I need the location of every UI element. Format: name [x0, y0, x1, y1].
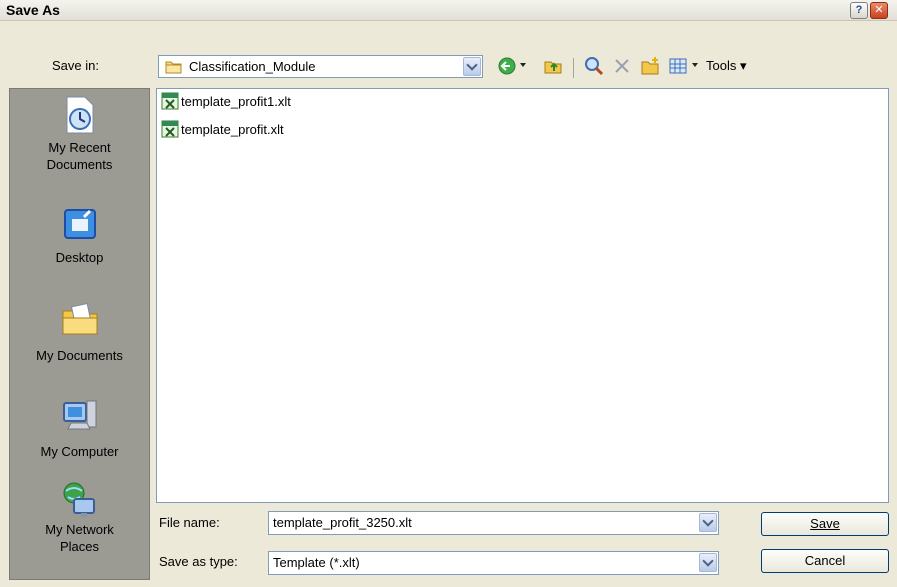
title-bar[interactable]: Save As ? ✕	[0, 0, 897, 21]
search-web-icon[interactable]	[584, 56, 604, 76]
save-in-dropdown-button[interactable]	[463, 57, 481, 76]
place-label: Desktop	[55, 250, 104, 265]
toolbar-separator	[573, 58, 574, 78]
views-dropdown-icon[interactable]	[692, 63, 698, 67]
up-folder-icon[interactable]	[543, 56, 563, 76]
save-as-type-value: Template (*.xlt)	[273, 555, 360, 570]
save-in-folder: Classification_Module	[189, 59, 316, 74]
save-in-combo[interactable]: Classification_Module	[158, 55, 483, 78]
views-icon[interactable]	[668, 56, 688, 76]
places-bar: My Recent Documents Desktop My Documents	[9, 88, 150, 580]
save-as-dialog: Save As ? ✕ Save in: Classification_Modu…	[0, 0, 897, 587]
my-documents-icon	[62, 302, 97, 335]
tools-menu[interactable]: Tools ▾	[706, 58, 747, 74]
my-computer-icon	[62, 400, 96, 430]
excel-template-icon	[161, 92, 179, 110]
file-name: template_profit1.xlt	[181, 94, 291, 109]
save-button[interactable]: Save	[761, 512, 889, 536]
file-name-dropdown-button[interactable]	[699, 513, 717, 532]
back-dropdown-icon[interactable]	[520, 63, 526, 67]
back-icon[interactable]	[497, 56, 517, 76]
save-in-label: Save in:	[52, 58, 99, 73]
file-name: template_profit.xlt	[181, 122, 284, 137]
new-folder-icon[interactable]	[640, 56, 660, 76]
excel-template-icon	[161, 120, 179, 138]
file-name-label: File name:	[159, 515, 220, 530]
folder-icon	[165, 61, 182, 74]
close-button[interactable]: ✕	[870, 2, 888, 19]
help-button[interactable]: ?	[850, 2, 868, 19]
cancel-button[interactable]: Cancel	[761, 549, 889, 573]
place-my-computer[interactable]: My Computer	[10, 397, 149, 460]
file-list[interactable]: template_profit1.xlt template_profit.xlt	[156, 88, 889, 503]
network-places-icon	[63, 482, 95, 517]
save-as-type-label: Save as type:	[159, 554, 238, 569]
place-my-network-places[interactable]: My Network Places	[10, 481, 149, 555]
place-label: My Network Places	[45, 522, 114, 554]
window-title: Save As	[6, 2, 60, 18]
file-name-value: template_profit_3250.xlt	[273, 515, 412, 530]
place-desktop[interactable]: Desktop	[10, 207, 149, 266]
save-as-type-dropdown-button[interactable]	[699, 553, 717, 572]
desktop-icon	[63, 209, 96, 239]
place-my-documents[interactable]: My Documents	[10, 301, 149, 364]
place-label: My Computer	[40, 444, 119, 459]
file-name-input[interactable]: template_profit_3250.xlt	[268, 511, 719, 535]
recent-documents-icon	[66, 96, 93, 134]
place-label: My Recent Documents	[46, 140, 113, 172]
place-my-recent-documents[interactable]: My Recent Documents	[10, 95, 149, 173]
delete-icon[interactable]	[612, 56, 632, 76]
save-as-type-select[interactable]: Template (*.xlt)	[268, 551, 719, 575]
place-label: My Documents	[36, 348, 123, 363]
